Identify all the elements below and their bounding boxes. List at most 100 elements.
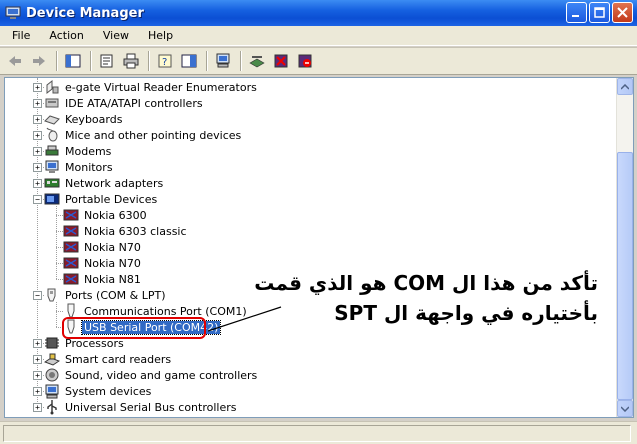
tree-category[interactable]: Monitors xyxy=(44,159,115,175)
forward-button[interactable] xyxy=(28,50,50,72)
scan-hardware-icon xyxy=(249,56,265,68)
tree-item-label: Modems xyxy=(65,144,112,158)
port-icon xyxy=(44,287,60,303)
device-tree: + e-gate Virtual Reader Enumerators + IDE A… xyxy=(5,78,617,417)
tree-category[interactable]: Portable Devices xyxy=(44,191,159,207)
print-button[interactable] xyxy=(120,50,142,72)
menu-bar: File Action View Help xyxy=(0,26,637,46)
tree-device[interactable]: Nokia N81 xyxy=(63,271,143,287)
expand-toggle[interactable]: + xyxy=(33,339,42,348)
tree-category[interactable]: Modems xyxy=(44,143,113,159)
highlight-box xyxy=(62,317,206,339)
tree-device[interactable]: Nokia N70 xyxy=(63,255,143,271)
title-bar[interactable]: Device Manager xyxy=(0,0,637,26)
tree-device[interactable]: Nokia 6300 xyxy=(63,207,149,223)
help-button[interactable]: ? xyxy=(154,50,176,72)
scroll-down-button[interactable] xyxy=(617,400,633,417)
computer-button[interactable] xyxy=(212,50,234,72)
tree-item-label: Nokia 6303 classic xyxy=(84,224,187,238)
back-button[interactable] xyxy=(4,50,26,72)
expand-toggle[interactable]: + xyxy=(33,147,42,156)
help-icon: ? xyxy=(158,54,172,68)
nokia-icon xyxy=(63,207,79,223)
menu-action[interactable]: Action xyxy=(37,26,90,45)
tree-item-label: Mice and other pointing devices xyxy=(65,128,242,142)
expand-toggle[interactable]: + xyxy=(33,403,42,412)
tree-category[interactable]: Keyboards xyxy=(44,111,124,127)
menu-file[interactable]: File xyxy=(0,26,37,45)
expand-toggle[interactable]: + xyxy=(33,355,42,364)
expand-toggle[interactable]: + xyxy=(33,371,42,380)
arrow-down-icon xyxy=(621,405,629,412)
print-icon xyxy=(123,53,139,69)
expand-toggle[interactable]: + xyxy=(33,179,42,188)
uninstall-button[interactable] xyxy=(270,50,292,72)
collapse-toggle[interactable]: − xyxy=(33,291,42,300)
disable-button[interactable] xyxy=(294,50,316,72)
window-title: Device Manager xyxy=(26,5,144,21)
tree-category[interactable]: e-gate Virtual Reader Enumerators xyxy=(44,79,259,95)
expand-toggle[interactable]: + xyxy=(33,99,42,108)
reader-icon xyxy=(44,79,60,95)
tree-item-label: Nokia N70 xyxy=(84,256,141,270)
show-hide-tree-button[interactable] xyxy=(62,50,84,72)
properties-button[interactable] xyxy=(96,50,118,72)
maximize-button[interactable] xyxy=(589,2,610,23)
tree-category[interactable]: IDE ATA/ATAPI controllers xyxy=(44,95,205,111)
scrollbar-thumb[interactable] xyxy=(617,152,633,400)
nokia-icon xyxy=(63,255,79,271)
collapse-toggle[interactable]: − xyxy=(33,195,42,204)
tree-item-label: Universal Serial Bus controllers xyxy=(65,400,237,414)
tree-item-label: IDE ATA/ATAPI controllers xyxy=(65,96,203,110)
tree-item-label: e-gate Virtual Reader Enumerators xyxy=(65,80,257,94)
expand-toggle[interactable]: + xyxy=(33,83,42,92)
nokia-icon xyxy=(63,223,79,239)
tree-item-label: Nokia 6300 xyxy=(84,208,147,222)
tree-category[interactable]: Network adapters xyxy=(44,175,165,191)
minimize-icon xyxy=(572,15,579,17)
disable-icon xyxy=(298,54,312,68)
minimize-button[interactable] xyxy=(566,2,587,23)
close-button[interactable] xyxy=(612,2,633,23)
tree-category[interactable]: Ports (COM & LPT) xyxy=(44,287,168,303)
modem-icon xyxy=(44,143,60,159)
scroll-up-button[interactable] xyxy=(617,78,633,95)
tree-category[interactable]: System devices xyxy=(44,383,153,399)
tree-item-label: Nokia N70 xyxy=(84,240,141,254)
menu-help[interactable]: Help xyxy=(136,26,180,45)
expand-toggle[interactable]: + xyxy=(33,163,42,172)
console-tree-icon xyxy=(65,54,81,68)
close-icon xyxy=(617,7,628,18)
smart-card-icon xyxy=(44,351,60,367)
usb-icon xyxy=(44,399,60,415)
ide-icon xyxy=(44,95,60,111)
show-hide-action-pane-button[interactable] xyxy=(178,50,200,72)
annotation-text: تأكد من هذا ال COM هو الذي قمت بأختياره … xyxy=(254,268,598,328)
tree-device[interactable]: Nokia 6303 classic xyxy=(63,223,189,239)
tree-device[interactable]: Nokia N70 xyxy=(63,239,143,255)
properties-icon xyxy=(100,54,113,68)
expand-toggle[interactable]: + xyxy=(33,387,42,396)
nokia-icon xyxy=(63,239,79,255)
back-icon xyxy=(9,56,21,66)
vertical-scrollbar[interactable] xyxy=(616,78,633,417)
expand-toggle[interactable]: + xyxy=(33,115,42,124)
tree-category[interactable]: Universal Serial Bus controllers xyxy=(44,399,238,415)
scan-hardware-button[interactable] xyxy=(246,50,268,72)
expand-toggle[interactable]: + xyxy=(33,131,42,140)
menu-view[interactable]: View xyxy=(91,26,136,45)
computer-icon xyxy=(216,53,230,68)
annotation-line-1: تأكد من هذا ال COM هو الذي قمت xyxy=(254,271,598,295)
tree-category[interactable]: Mice and other pointing devices xyxy=(44,127,243,143)
tree-item-label: System devices xyxy=(65,384,152,398)
device-manager-icon xyxy=(5,6,21,19)
annotation-line-2: بأختياره في واجهة ال SPT xyxy=(334,301,598,325)
tree-item-label: Monitors xyxy=(65,160,113,174)
nokia-icon xyxy=(63,271,79,287)
forward-icon xyxy=(33,56,45,66)
keyboard-icon xyxy=(44,111,60,127)
action-pane-icon xyxy=(181,54,197,68)
system-icon xyxy=(44,383,60,399)
tree-category[interactable]: Sound, video and game controllers xyxy=(44,367,259,383)
tree-category[interactable]: Smart card readers xyxy=(44,351,173,367)
